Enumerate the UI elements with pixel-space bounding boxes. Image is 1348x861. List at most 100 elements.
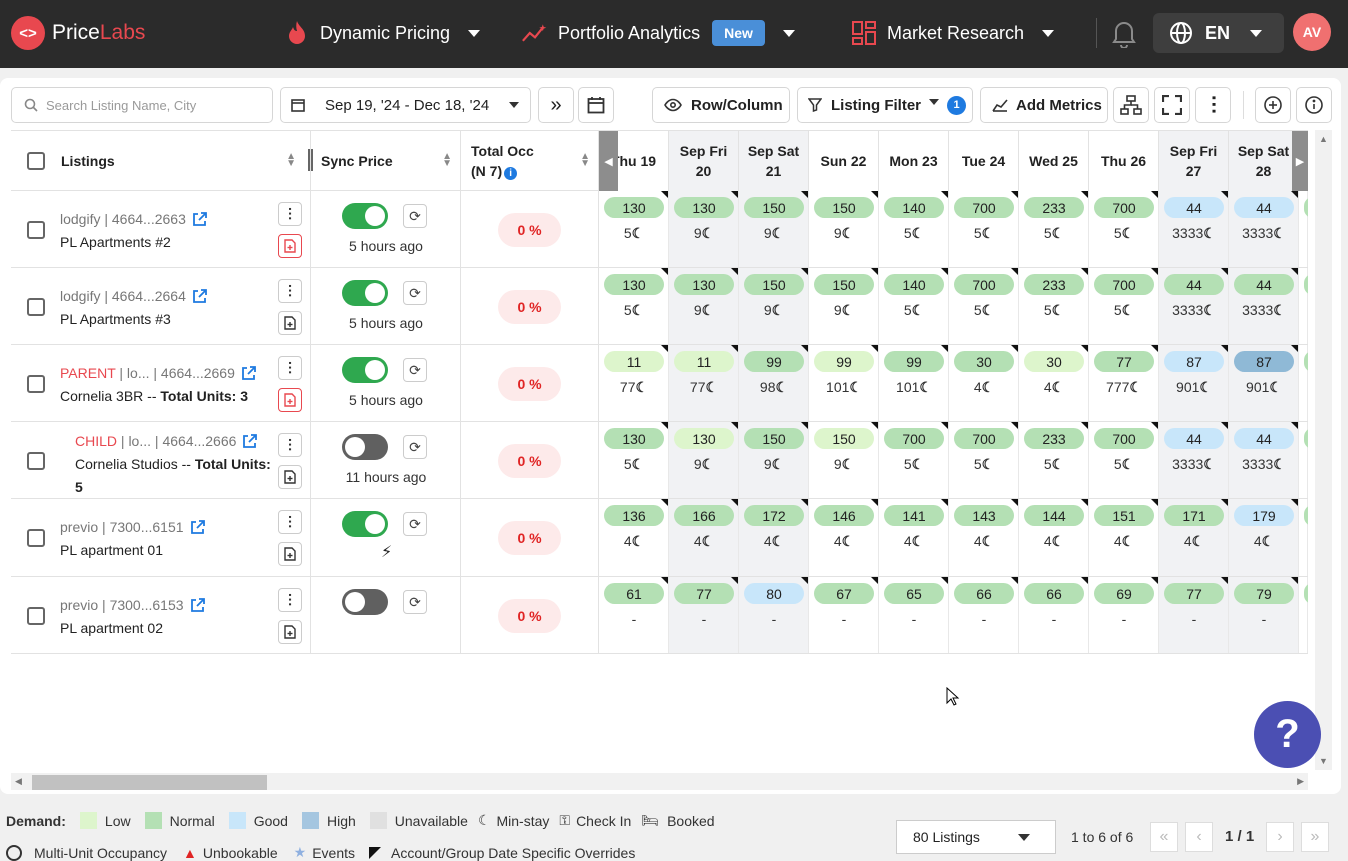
listing-name[interactable]: Cornelia 3BR -- <box>60 388 160 404</box>
jump-forward-button[interactable]: » <box>538 87 574 123</box>
info-icon[interactable]: i <box>504 166 518 180</box>
price-pill[interactable]: 99 <box>744 351 804 372</box>
date-price-cell[interactable]: 65 - <box>879 577 949 653</box>
sync-now-button[interactable]: ⟳ <box>403 435 427 459</box>
price-pill[interactable]: 150 <box>744 274 804 295</box>
sync-price-toggle[interactable] <box>342 589 388 615</box>
user-avatar[interactable]: AV <box>1293 13 1331 51</box>
date-price-cell[interactable]: 700 5☾ <box>879 422 949 498</box>
next-page-button[interactable]: › <box>1266 822 1294 852</box>
price-pill[interactable]: 130 <box>604 274 664 295</box>
row-checkbox[interactable] <box>27 297 45 316</box>
external-link-icon[interactable] <box>190 520 205 535</box>
nav-dynamic-pricing[interactable]: Dynamic Pricing <box>284 18 481 48</box>
date-price-cell[interactable]: 700 5☾ <box>1089 191 1159 267</box>
price-pill[interactable]: 44 <box>1164 274 1224 295</box>
price-pill[interactable]: 77 <box>674 583 734 604</box>
fullscreen-button[interactable] <box>1154 87 1190 123</box>
date-price-cell[interactable]: 233 5☾ <box>1019 268 1089 344</box>
date-price-cell[interactable]: 150 9☾ <box>739 422 809 498</box>
date-price-cell[interactable]: 69 - <box>1089 577 1159 653</box>
date-price-cell[interactable]: 44 3333☾ <box>1159 191 1229 267</box>
price-pill[interactable]: 44 <box>1164 197 1224 218</box>
prev-page-button[interactable]: ‹ <box>1185 822 1213 852</box>
price-pill[interactable]: 77 <box>1094 351 1154 372</box>
price-pill[interactable]: 700 <box>1094 428 1154 449</box>
date-price-cell[interactable]: 130 5☾ <box>599 422 669 498</box>
row-checkbox[interactable] <box>27 220 45 239</box>
last-page-button[interactable]: » <box>1301 822 1329 852</box>
price-pill[interactable]: 61 <box>604 583 664 604</box>
sync-now-button[interactable]: ⟳ <box>403 512 427 536</box>
sort-icon[interactable]: ▲ ▼ <box>580 152 590 169</box>
price-pill[interactable]: 700 <box>954 197 1014 218</box>
sync-now-button[interactable]: ⟳ <box>403 281 427 305</box>
date-price-cell[interactable]: 44 3333☾ <box>1159 422 1229 498</box>
date-price-cell[interactable]: 44 3333☾ <box>1229 191 1299 267</box>
price-pill[interactable]: 44 <box>1234 428 1294 449</box>
date-price-cell[interactable]: 700 5☾ <box>1089 422 1159 498</box>
price-pill[interactable]: 77 <box>1164 583 1224 604</box>
date-price-cell[interactable]: 87 901☾ <box>1229 345 1299 421</box>
report-button[interactable] <box>278 542 302 566</box>
date-price-cell[interactable]: 130 5☾ <box>599 268 669 344</box>
listing-menu-button[interactable]: ··· <box>278 433 302 457</box>
price-pill[interactable]: 67 <box>814 583 874 604</box>
price-pill[interactable]: 30 <box>954 351 1014 372</box>
date-price-cell[interactable]: 141 4☾ <box>879 499 949 576</box>
report-button[interactable] <box>278 234 302 258</box>
row-checkbox[interactable] <box>27 606 45 625</box>
date-price-cell[interactable]: 144 4☾ <box>1019 499 1089 576</box>
sync-price-toggle[interactable] <box>342 280 388 306</box>
report-button[interactable] <box>278 465 302 489</box>
date-price-cell[interactable]: 61 - <box>599 577 669 653</box>
price-pill[interactable]: 130 <box>604 197 664 218</box>
price-pill[interactable]: 99 <box>814 351 874 372</box>
nav-portfolio-analytics[interactable]: Portfolio Analytics New <box>522 18 795 48</box>
price-pill[interactable]: 700 <box>954 274 1014 295</box>
price-pill[interactable]: 11 <box>674 351 734 372</box>
calendar-button[interactable] <box>578 87 614 123</box>
price-pill[interactable]: 66 <box>1024 583 1084 604</box>
price-pill[interactable]: 80 <box>744 583 804 604</box>
date-price-cell[interactable]: 150 9☾ <box>739 268 809 344</box>
date-price-cell[interactable]: 171 4☾ <box>1159 499 1229 576</box>
date-price-cell[interactable]: 99 101☾ <box>809 345 879 421</box>
listing-menu-button[interactable]: ··· <box>278 202 302 226</box>
date-price-cell[interactable]: 99 101☾ <box>879 345 949 421</box>
scroll-up-arrow[interactable]: ▲ <box>1319 134 1328 144</box>
bell-icon[interactable] <box>1111 18 1137 53</box>
sync-now-button[interactable]: ⟳ <box>403 204 427 228</box>
date-price-cell[interactable]: 140 5☾ <box>879 268 949 344</box>
price-pill[interactable]: 700 <box>954 428 1014 449</box>
price-pill[interactable]: 143 <box>954 505 1014 526</box>
sort-icon[interactable]: ▲ ▼ <box>442 152 452 169</box>
row-checkbox[interactable] <box>27 529 45 547</box>
scroll-right-arrow[interactable]: ▶ <box>1292 131 1308 191</box>
price-pill[interactable]: 179 <box>1234 505 1294 526</box>
price-pill[interactable]: 233 <box>1024 197 1084 218</box>
date-price-cell[interactable]: 700 5☾ <box>949 422 1019 498</box>
external-link-icon[interactable] <box>242 434 258 449</box>
hierarchy-view-button[interactable] <box>1113 87 1149 123</box>
listing-menu-button[interactable]: ··· <box>278 356 302 380</box>
listing-name[interactable]: Cornelia Studios -- <box>75 456 195 472</box>
price-pill[interactable]: 150 <box>814 274 874 295</box>
listing-name[interactable]: PL apartment 01 <box>60 542 163 558</box>
search-input[interactable]: Search Listing Name, City <box>11 87 273 123</box>
more-options-button[interactable]: ··· <box>1195 87 1231 123</box>
price-pill[interactable]: 166 <box>674 505 734 526</box>
date-range-picker[interactable]: Sep 19, '24 - Dec 18, '24 <box>280 87 531 123</box>
date-price-cell[interactable]: 30 4☾ <box>1019 345 1089 421</box>
scroll-left-arrow[interactable]: ◀ <box>15 776 22 787</box>
date-price-cell[interactable]: 130 9☾ <box>669 268 739 344</box>
price-pill[interactable]: 141 <box>884 505 944 526</box>
external-link-icon[interactable] <box>190 598 205 613</box>
external-link-icon[interactable] <box>192 212 207 227</box>
first-page-button[interactable]: « <box>1150 822 1178 852</box>
price-pill[interactable]: 87 <box>1234 351 1294 372</box>
scroll-down-arrow[interactable]: ▼ <box>1319 756 1328 766</box>
price-pill[interactable]: 151 <box>1094 505 1154 526</box>
info-button[interactable] <box>1296 87 1332 123</box>
price-pill[interactable]: 11 <box>604 351 664 372</box>
